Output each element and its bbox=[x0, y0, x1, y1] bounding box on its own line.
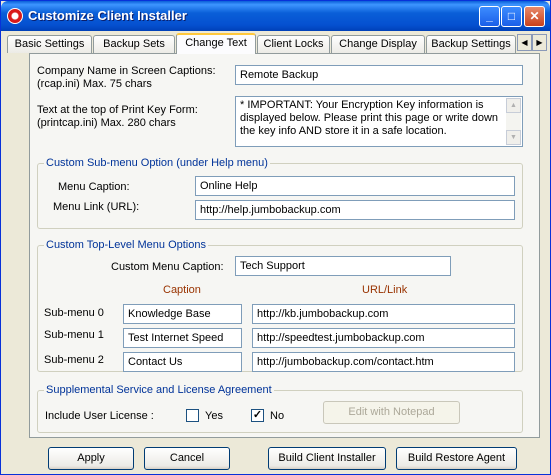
print-key-textarea[interactable]: * IMPORTANT: Your Encryption Key informa… bbox=[235, 96, 523, 147]
window-title: Customize Client Installer bbox=[28, 8, 187, 23]
caption-column-header: Caption bbox=[163, 284, 201, 296]
edit-with-notepad-button[interactable]: Edit with Notepad bbox=[323, 401, 460, 424]
license-no-checkbox[interactable]: ✓ bbox=[251, 409, 264, 422]
print-text-label: Text at the top of Print Key Form: bbox=[37, 104, 198, 116]
title-bar[interactable]: Customize Client Installer _ □ ✕ bbox=[1, 1, 550, 31]
tab-backup-sets[interactable]: Backup Sets bbox=[93, 35, 175, 53]
submenu-0-caption-input[interactable]: Knowledge Base bbox=[123, 304, 242, 324]
license-yes-label: Yes bbox=[205, 410, 223, 422]
submenu-group-title: Custom Sub-menu Option (under Help menu) bbox=[44, 156, 270, 170]
submenu-1-caption-input[interactable]: Test Internet Speed bbox=[123, 328, 242, 348]
submenu-2-caption-input[interactable]: Contact Us bbox=[123, 352, 242, 372]
submenu-link-label: Menu Link (URL): bbox=[53, 201, 140, 213]
minimize-button[interactable]: _ bbox=[479, 6, 500, 27]
print-text-limit: (printcap.ini) Max. 280 chars bbox=[37, 117, 176, 129]
change-text-panel: Company Name in Screen Captions: (rcap.i… bbox=[29, 53, 540, 438]
custom-menu-caption-input[interactable]: Tech Support bbox=[235, 256, 451, 276]
scroll-up-icon[interactable]: ▲ bbox=[506, 98, 521, 113]
submenu-0-label: Sub-menu 0 bbox=[44, 307, 104, 319]
close-button[interactable]: ✕ bbox=[524, 6, 545, 27]
apply-button[interactable]: Apply bbox=[48, 447, 134, 470]
installer-window: Customize Client Installer _ □ ✕ Basic S… bbox=[0, 0, 551, 475]
build-restore-agent-button[interactable]: Build Restore Agent bbox=[396, 447, 517, 470]
tab-scroll-arrows: ◀ ▶ bbox=[517, 34, 547, 51]
tab-client-locks[interactable]: Client Locks bbox=[257, 35, 330, 53]
custom-menu-caption-label: Custom Menu Caption: bbox=[111, 261, 224, 273]
submenu-caption-input[interactable]: Online Help bbox=[195, 176, 515, 196]
scroll-down-icon[interactable]: ▼ bbox=[506, 130, 521, 145]
submenu-2-url-input[interactable]: http://jumbobackup.com/contact.htm bbox=[252, 352, 515, 372]
tab-basic-settings[interactable]: Basic Settings bbox=[7, 35, 92, 53]
tab-scroll-left-icon[interactable]: ◀ bbox=[517, 34, 532, 51]
company-caption-limit: (rcap.ini) Max. 75 chars bbox=[37, 78, 152, 90]
toplevel-group-title: Custom Top-Level Menu Options bbox=[44, 238, 208, 252]
submenu-1-url-input[interactable]: http://speedtest.jumbobackup.com bbox=[252, 328, 515, 348]
app-icon bbox=[7, 8, 23, 24]
license-group-title: Supplemental Service and License Agreeme… bbox=[44, 383, 274, 397]
submenu-0-url-input[interactable]: http://kb.jumbobackup.com bbox=[252, 304, 515, 324]
submenu-link-input[interactable]: http://help.jumbobackup.com bbox=[195, 200, 515, 220]
company-caption-label: Company Name in Screen Captions: bbox=[37, 65, 216, 77]
include-license-label: Include User License : bbox=[45, 410, 154, 422]
tab-strip: Basic Settings Backup Sets Change Text C… bbox=[5, 33, 547, 54]
cancel-button[interactable]: Cancel bbox=[144, 447, 230, 470]
textarea-scrollbar[interactable]: ▲ ▼ bbox=[506, 98, 521, 145]
tab-backup-settings[interactable]: Backup Settings bbox=[426, 35, 516, 53]
url-column-header: URL/Link bbox=[362, 284, 408, 296]
build-client-installer-button[interactable]: Build Client Installer bbox=[268, 447, 386, 470]
company-name-input[interactable]: Remote Backup bbox=[235, 65, 523, 85]
maximize-button[interactable]: □ bbox=[501, 6, 522, 27]
submenu-1-label: Sub-menu 1 bbox=[44, 329, 104, 341]
license-yes-checkbox[interactable] bbox=[186, 409, 199, 422]
print-key-text: * IMPORTANT: Your Encryption Key informa… bbox=[240, 99, 499, 137]
tab-scroll-right-icon[interactable]: ▶ bbox=[532, 34, 547, 51]
license-no-label: No bbox=[270, 410, 285, 422]
submenu-caption-label: Menu Caption: bbox=[58, 181, 130, 193]
tab-change-text[interactable]: Change Text bbox=[176, 33, 256, 54]
submenu-2-label: Sub-menu 2 bbox=[44, 354, 104, 366]
tab-change-display[interactable]: Change Display bbox=[331, 35, 425, 53]
